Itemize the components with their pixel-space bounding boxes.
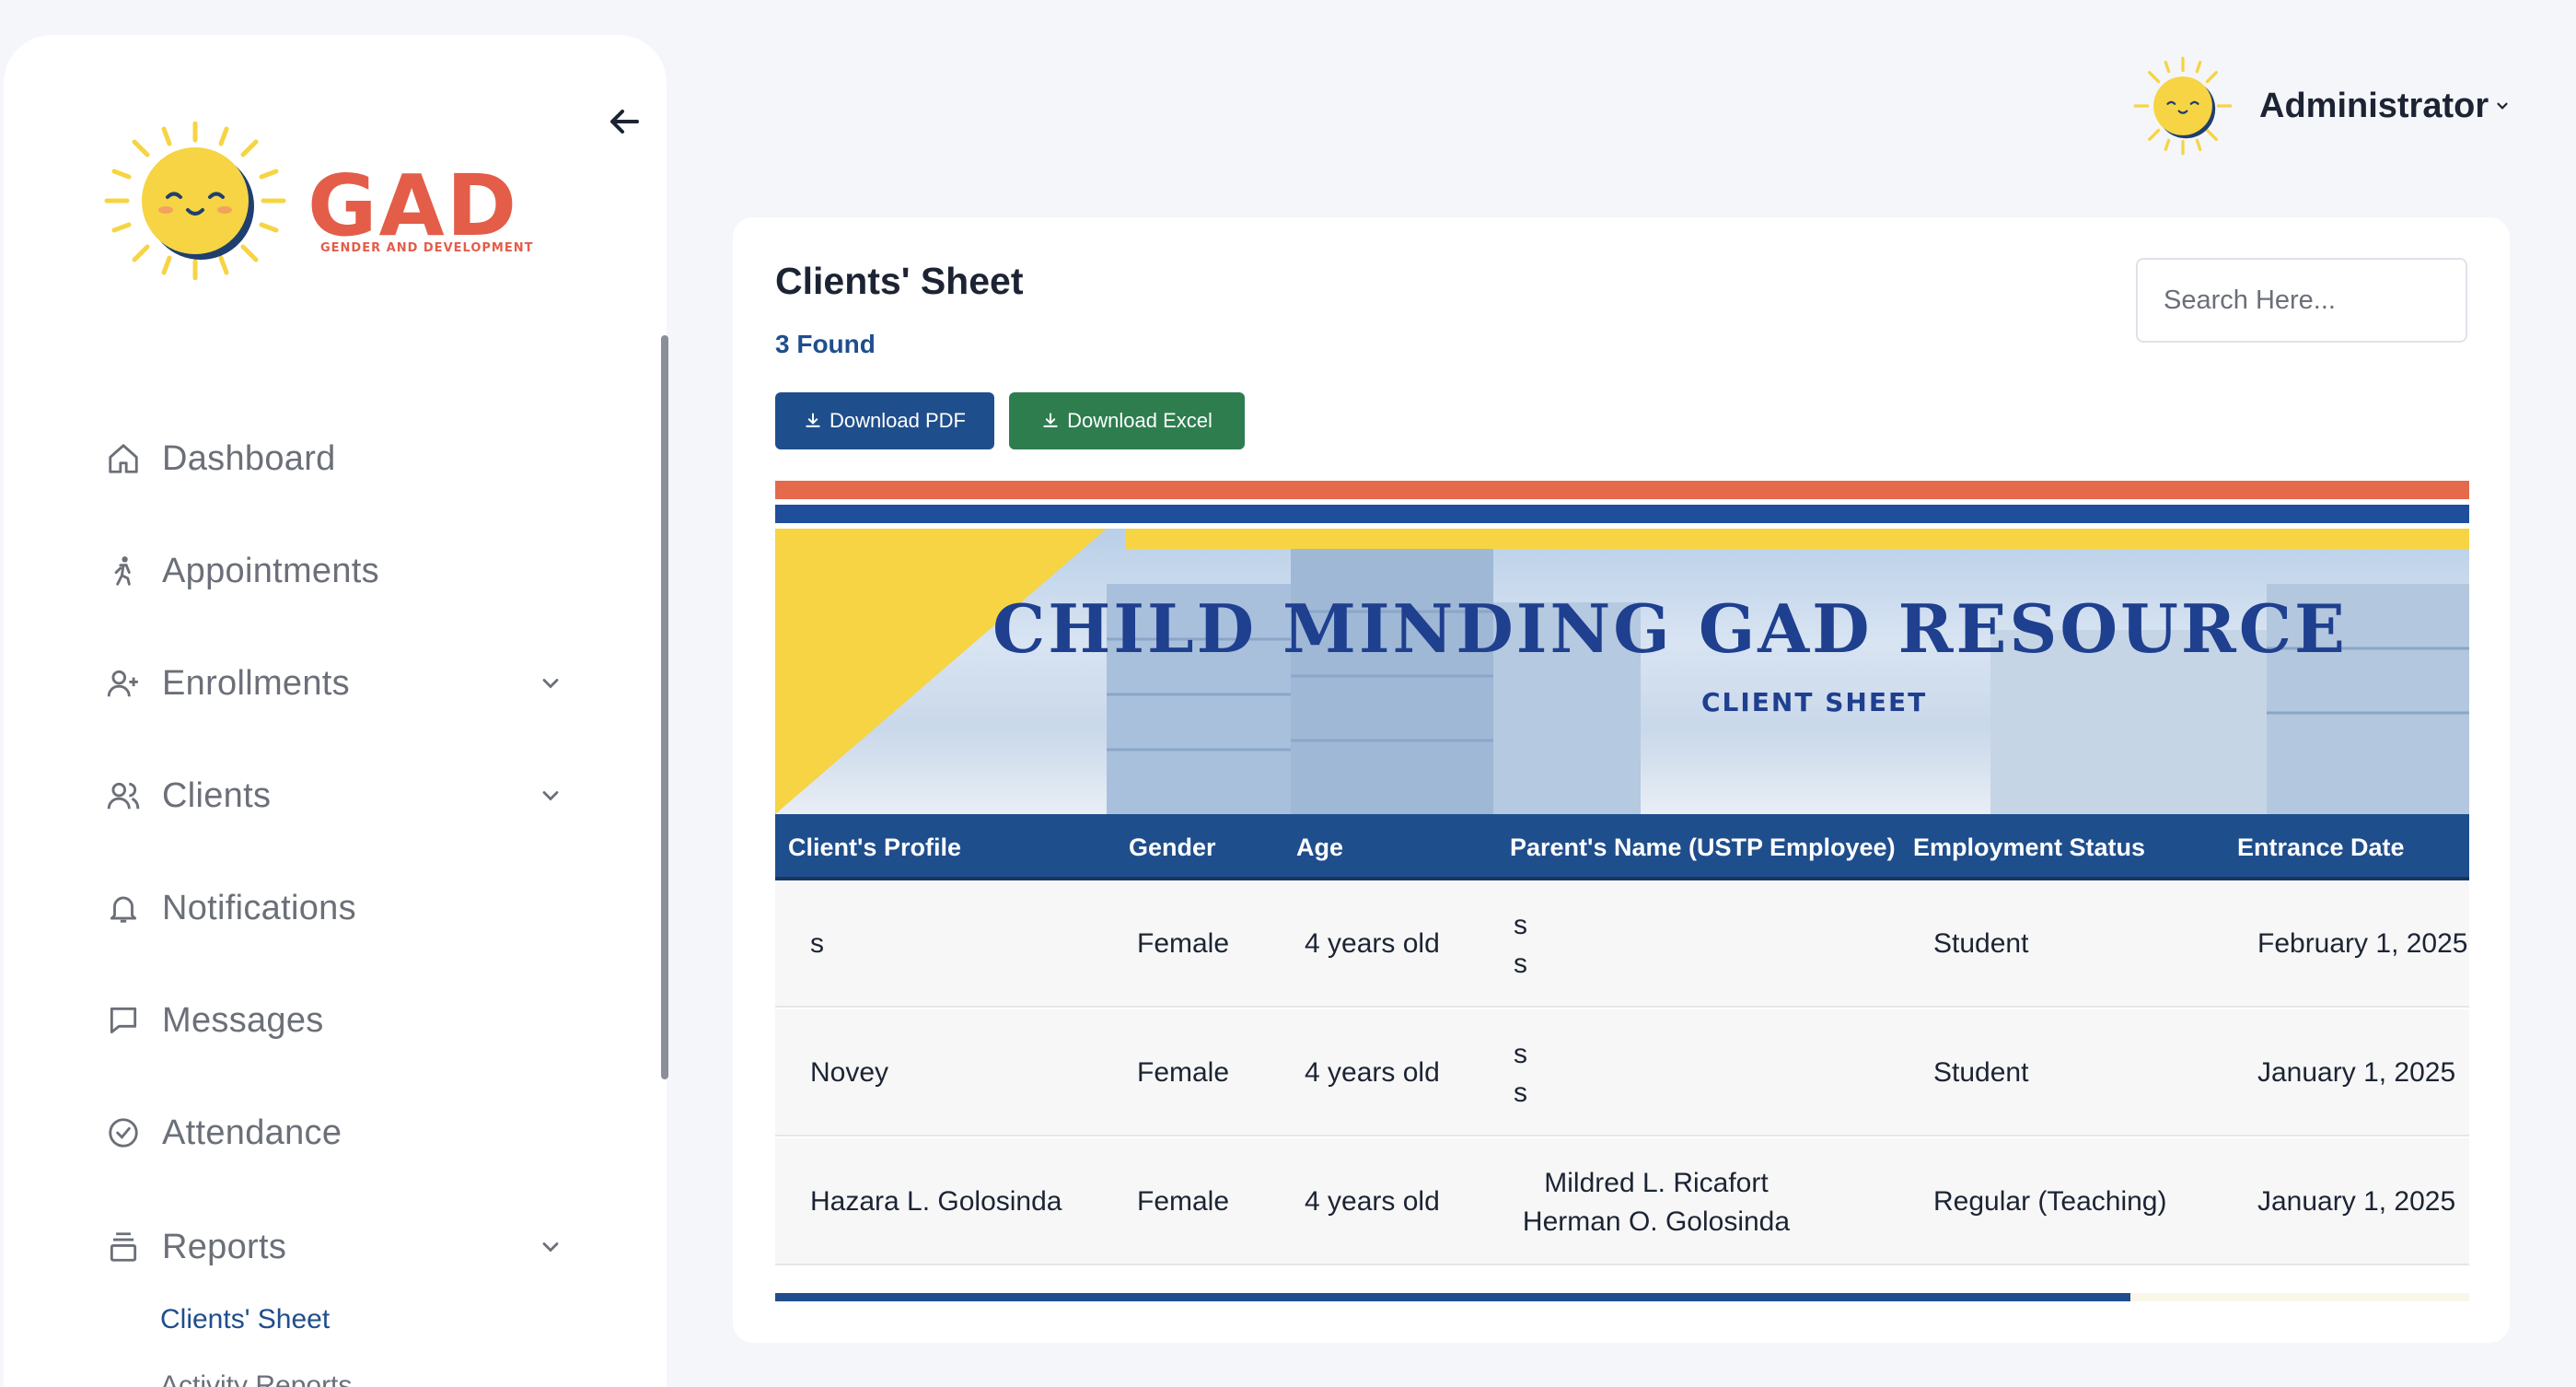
check-circle-icon (103, 1113, 144, 1153)
sidebar-item-label: Dashboard (162, 438, 336, 478)
column-header[interactable]: Age (1296, 814, 1343, 880)
table-row[interactable]: Novey Female 4 years old s s Student Jan… (775, 1009, 2469, 1136)
parent-name: s (1514, 949, 1527, 979)
user-name[interactable]: Administrator (2259, 87, 2489, 126)
column-header[interactable]: Gender (1129, 814, 1216, 880)
sidebar-subitem-clients-sheet[interactable]: Clients' Sheet (160, 1304, 330, 1335)
stack-icon (103, 1227, 144, 1267)
parent-name: Mildred L. Ricafort (1544, 1168, 1769, 1198)
result-count: 3 Found (775, 330, 876, 358)
cell-status: Student (1933, 928, 2029, 959)
sidebar-item-label: Enrollments (162, 663, 350, 703)
sidebar-item-enrollments[interactable]: Enrollments (103, 654, 582, 713)
sidebar-item-notifications[interactable]: Notifications (103, 879, 582, 938)
download-icon (1043, 413, 1058, 427)
sidebar-item-label: Attendance (162, 1113, 342, 1152)
cell-parents: s s (1514, 906, 1527, 984)
campus-building-image (775, 529, 2469, 814)
cell-profile: Novey (810, 1057, 889, 1088)
cell-age: 4 years old (1305, 928, 1440, 959)
cell-age: 4 years old (1305, 1186, 1440, 1217)
logo-text: GAD (307, 157, 519, 255)
sidebar-scrollbar[interactable] (661, 335, 668, 1079)
banner-title: CHILD MINDING GAD RESOURCE (992, 589, 2348, 668)
parent-name: s (1514, 910, 1527, 940)
chevron-down-icon[interactable] (538, 783, 563, 809)
users-icon (103, 775, 144, 816)
download-excel-label: Download Excel (1067, 409, 1213, 432)
sidebar-item-dashboard[interactable]: Dashboard (103, 429, 582, 488)
report-banner: CHILD MINDING GAD RESOURCE CLIENT SHEET (775, 481, 2469, 814)
clients-sheet-card: Clients' Sheet 3 Found Download PDF Down… (733, 217, 2510, 1343)
cell-age: 4 years old (1305, 1057, 1440, 1088)
cell-profile: Hazara L. Golosinda (810, 1186, 1062, 1217)
cell-parents: Mildred L. Ricafort Herman O. Golosinda (1514, 1164, 1799, 1241)
chevron-down-icon[interactable] (2494, 98, 2511, 114)
sidebar-item-label: Messages (162, 1000, 324, 1040)
home-icon (103, 438, 144, 479)
sidebar-item-attendance[interactable]: Attendance (103, 1103, 582, 1162)
download-pdf-label: Download PDF (830, 409, 966, 432)
back-arrow-icon[interactable] (604, 101, 644, 142)
sidebar-item-label: Notifications (162, 888, 356, 927)
chevron-down-icon[interactable] (538, 1234, 563, 1260)
banner-subtitle: CLIENT SHEET (1701, 687, 1928, 717)
column-header[interactable]: Entrance Date (2237, 814, 2405, 880)
cell-status: Student (1933, 1057, 2029, 1088)
sidebar-item-label: Clients (162, 775, 272, 815)
column-header[interactable]: Parent's Name (USTP Employee) (1510, 814, 1896, 880)
sidebar: GAD GENDER AND DEVELOPMENT Dashboard App… (4, 35, 668, 1387)
user-menu[interactable]: Administrator (2132, 55, 2511, 157)
chat-bubble-icon (103, 1000, 144, 1041)
cell-gender: Female (1137, 1186, 1230, 1217)
sun-mascot-icon (104, 122, 286, 280)
sidebar-item-clients[interactable]: Clients (103, 766, 582, 825)
parent-name: s (1514, 1039, 1527, 1069)
user-plus-icon (103, 663, 144, 704)
bell-icon (103, 888, 144, 928)
walking-person-icon (103, 551, 144, 591)
cell-profile: s (810, 928, 824, 959)
table-row[interactable]: Hazara L. Golosinda Female 4 years old M… (775, 1138, 2469, 1265)
cell-status: Regular (Teaching) (1933, 1186, 2167, 1217)
download-excel-button[interactable]: Download Excel (1009, 392, 1245, 449)
cell-gender: Female (1137, 928, 1230, 959)
cell-parents: s s (1514, 1035, 1527, 1113)
sidebar-subitem-activity-reports[interactable]: Activity Reports (160, 1370, 352, 1387)
page-title: Clients' Sheet (775, 260, 1024, 302)
gad-logo[interactable]: GAD GENDER AND DEVELOPMENT (103, 122, 536, 280)
sidebar-item-label: Reports (162, 1227, 287, 1266)
logo-subtitle: GENDER AND DEVELOPMENT (320, 241, 534, 255)
sidebar-item-label: Appointments (162, 551, 379, 590)
banner-stripe-red (775, 481, 2469, 499)
avatar (2133, 56, 2233, 156)
sidebar-item-messages[interactable]: Messages (103, 991, 582, 1050)
sidebar-item-appointments[interactable]: Appointments (103, 542, 582, 600)
cell-gender: Female (1137, 1057, 1230, 1088)
download-pdf-button[interactable]: Download PDF (775, 392, 994, 449)
cell-date: January 1, 2025 (2257, 1057, 2456, 1088)
table-header: Client's Profile Gender Age Parent's Nam… (775, 814, 2469, 880)
cell-date: January 1, 2025 (2257, 1186, 2456, 1217)
column-header[interactable]: Employment Status (1913, 814, 2145, 880)
parent-name: s (1514, 1078, 1527, 1108)
download-icon (806, 413, 820, 427)
search-input[interactable] (2136, 258, 2467, 343)
table-footer-bar (775, 1293, 2130, 1301)
table-row[interactable]: s Female 4 years old s s Student Februar… (775, 880, 2469, 1008)
cell-date: February 1, 2025 (2257, 928, 2468, 959)
parent-name: Herman O. Golosinda (1522, 1206, 1791, 1237)
column-header[interactable]: Client's Profile (788, 814, 961, 880)
chevron-down-icon[interactable] (538, 670, 563, 696)
sidebar-item-reports[interactable]: Reports (103, 1218, 582, 1276)
table-footer-bar-end (2130, 1293, 2469, 1301)
banner-stripe-blue (775, 505, 2469, 523)
